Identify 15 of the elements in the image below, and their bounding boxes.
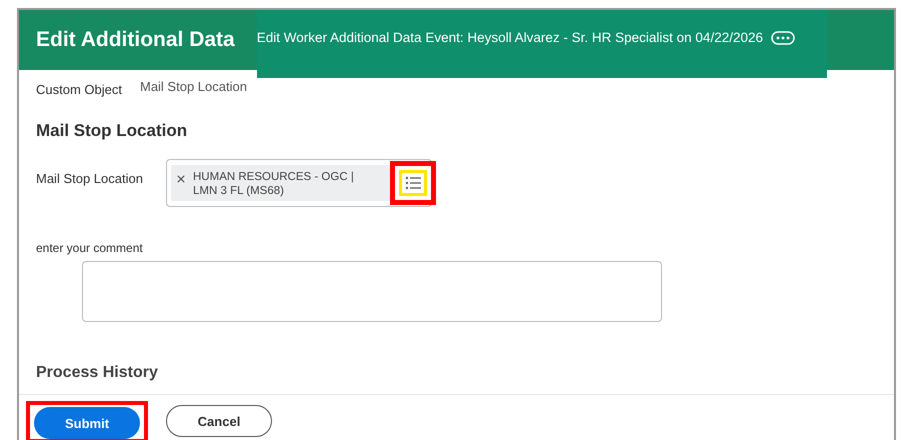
remove-icon[interactable] <box>177 175 185 183</box>
event-title: Edit Worker Additional Data Event: Heysoll Alvarez - Sr. HR Specialist on 04/22/2026 <box>256 30 763 45</box>
field-value: Mail Stop Location <box>140 79 247 94</box>
field-label: Mail Stop Location <box>36 171 144 186</box>
comment-label: enter your comment <box>36 241 144 255</box>
more-icon[interactable] <box>771 31 795 45</box>
page-title: Edit Additional Data <box>36 28 235 52</box>
selected-value: HUMAN RESOURCES - OGC | LMN 3 FL (MS68) <box>193 170 355 198</box>
list-icon[interactable] <box>405 176 421 190</box>
section-title: Mail Stop Location <box>36 121 188 141</box>
section-title: Process History <box>36 364 159 382</box>
submit-button[interactable]: Submit <box>34 407 140 439</box>
comment-field[interactable] <box>82 261 662 322</box>
field-label: Custom Object <box>36 82 122 97</box>
cancel-button[interactable]: Cancel <box>166 405 272 437</box>
